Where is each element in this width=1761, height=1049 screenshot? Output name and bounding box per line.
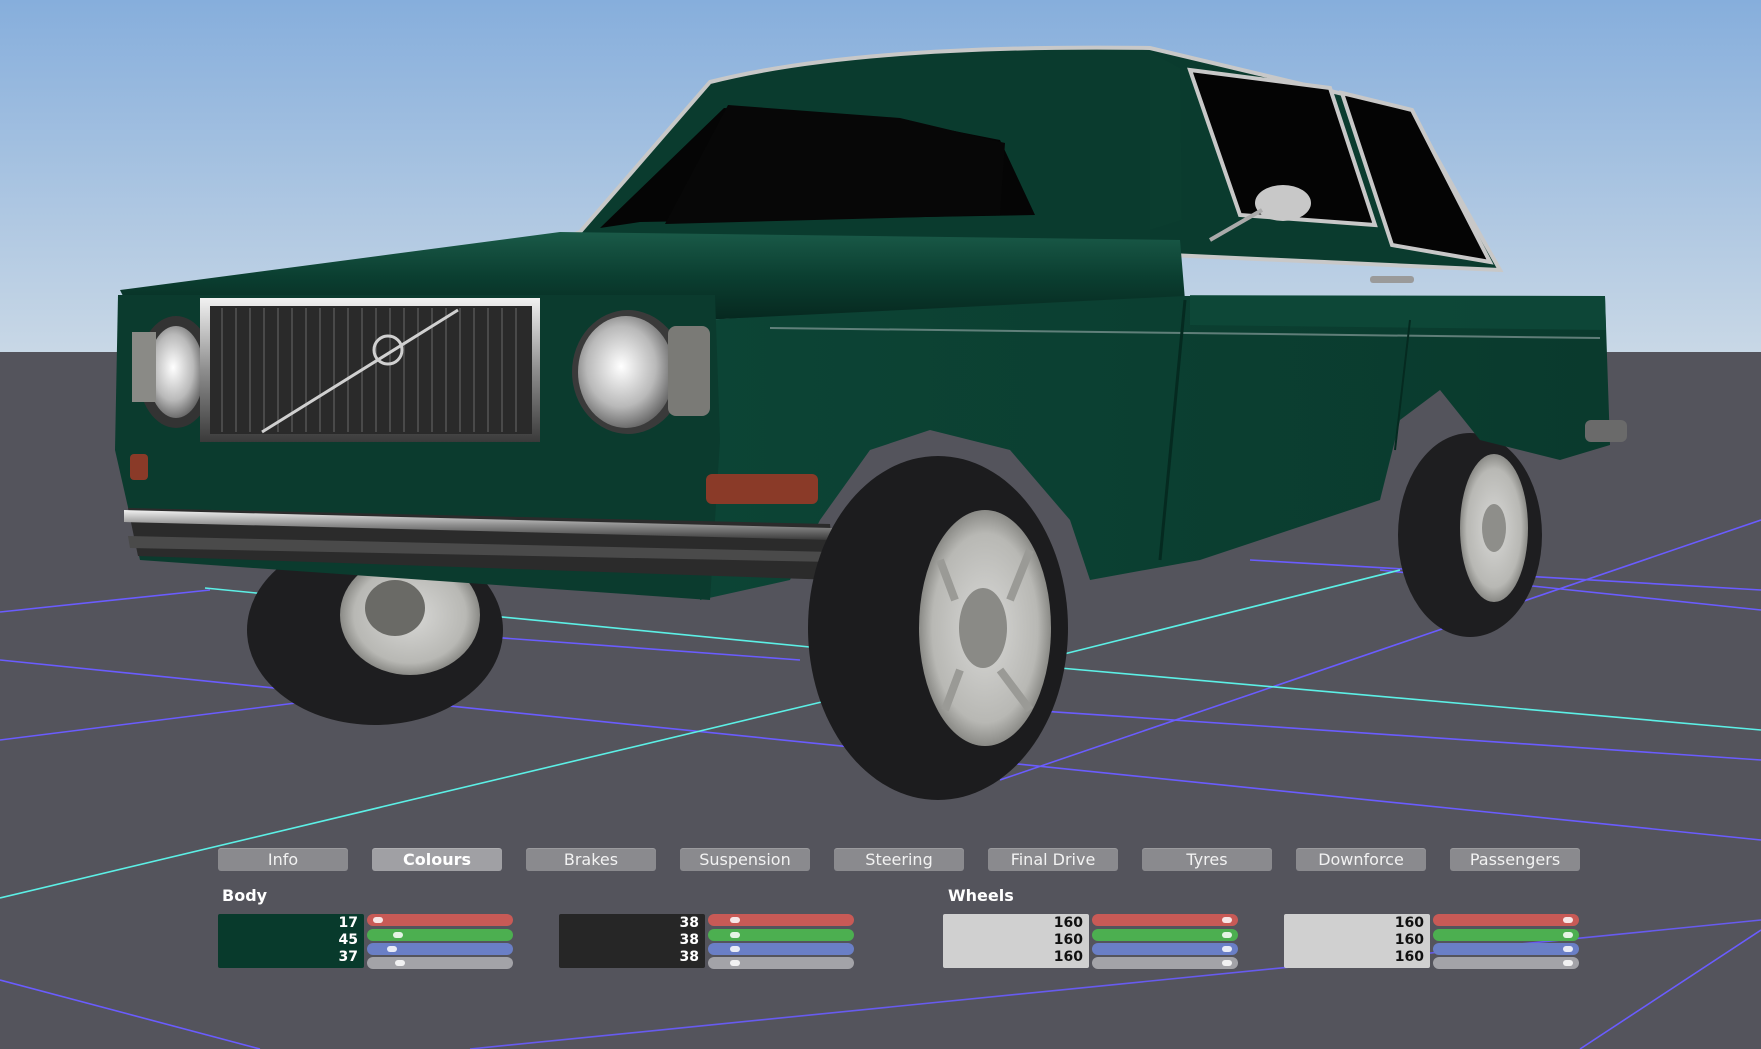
blue-value: 160 [1053, 949, 1083, 965]
front-right-wheel [808, 456, 1068, 800]
body-secondary-colour: 38 38 38 [559, 914, 855, 970]
colour-swatch[interactable]: 38 38 38 [559, 914, 705, 968]
colour-swatch[interactable]: 160 160 160 [943, 914, 1089, 968]
tab-downforce[interactable]: Downforce [1296, 848, 1426, 871]
red-slider[interactable] [1092, 914, 1238, 926]
red-value: 160 [1053, 915, 1083, 931]
grey-slider[interactable] [1433, 957, 1579, 969]
tab-colours[interactable]: Colours [372, 848, 502, 871]
rear-wheel [1398, 433, 1542, 637]
grey-slider[interactable] [1092, 957, 1238, 969]
blue-slider[interactable] [367, 943, 513, 955]
settings-tab-bar: Info Colours Brakes Suspension Steering … [218, 848, 1580, 872]
red-value: 160 [1394, 915, 1424, 931]
indicator-left [130, 454, 148, 480]
green-value: 160 [1053, 932, 1083, 948]
blue-slider[interactable] [1433, 943, 1579, 955]
grille [200, 298, 540, 442]
red-slider[interactable] [367, 914, 513, 926]
grey-slider[interactable] [367, 957, 513, 969]
tab-steering[interactable]: Steering [834, 848, 964, 871]
blue-value: 37 [338, 949, 358, 965]
tab-tyres[interactable]: Tyres [1142, 848, 1272, 871]
red-slider[interactable] [1433, 914, 1579, 926]
wheels-secondary-colour: 160 160 160 [1284, 914, 1580, 970]
blue-slider[interactable] [708, 943, 854, 955]
colour-swatch[interactable]: 160 160 160 [1284, 914, 1430, 968]
blue-slider[interactable] [1092, 943, 1238, 955]
green-slider[interactable] [708, 929, 854, 941]
green-value: 45 [338, 932, 358, 948]
tab-brakes[interactable]: Brakes [526, 848, 656, 871]
tab-info[interactable]: Info [218, 848, 348, 871]
green-slider[interactable] [1433, 929, 1579, 941]
body-section-label: Body [222, 886, 268, 905]
red-slider[interactable] [708, 914, 854, 926]
green-slider[interactable] [1092, 929, 1238, 941]
indicator-right [706, 474, 818, 504]
tab-passengers[interactable]: Passengers [1450, 848, 1580, 871]
green-value: 38 [679, 932, 699, 948]
side-mirror [1255, 185, 1311, 221]
body-primary-colour: 17 45 37 [218, 914, 514, 970]
grey-slider[interactable] [708, 957, 854, 969]
red-value: 17 [338, 915, 358, 931]
blue-value: 38 [679, 949, 699, 965]
tab-suspension[interactable]: Suspension [680, 848, 810, 871]
wheels-section-label: Wheels [948, 886, 1014, 905]
colour-swatch[interactable]: 17 45 37 [218, 914, 364, 968]
wheels-primary-colour: 160 160 160 [943, 914, 1239, 970]
red-value: 38 [679, 915, 699, 931]
headlight-right [572, 310, 710, 434]
tab-final-drive[interactable]: Final Drive [988, 848, 1118, 871]
green-slider[interactable] [367, 929, 513, 941]
green-value: 160 [1394, 932, 1424, 948]
blue-value: 160 [1394, 949, 1424, 965]
